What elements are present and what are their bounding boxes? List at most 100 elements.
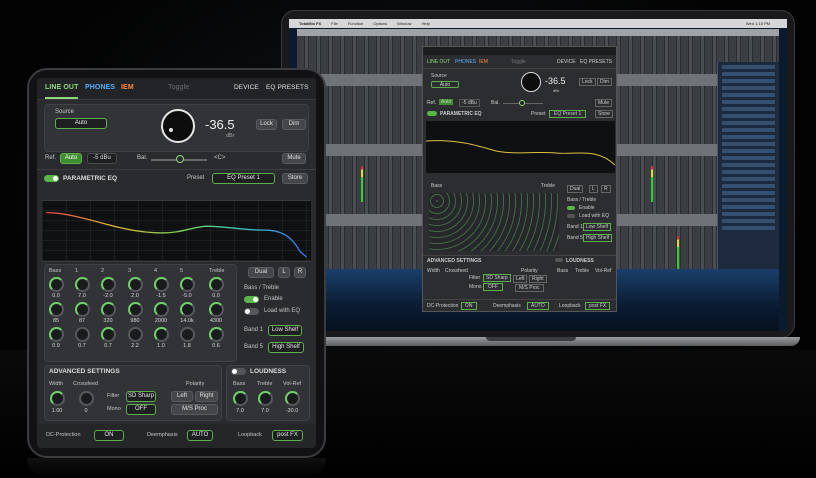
mini-deemph-select[interactable]: AUTO <box>527 302 549 310</box>
mini-r-button[interactable]: R <box>601 185 611 193</box>
deemphasis-select[interactable]: AUTO <box>187 430 213 441</box>
mini-source-select[interactable]: Auto <box>431 81 459 88</box>
band-freq-knob[interactable] <box>75 302 90 317</box>
mini-ref-auto[interactable]: Auto <box>439 99 454 105</box>
mini-tab-toggle[interactable]: Toggle <box>511 59 526 65</box>
mini-load-with-eq-switch[interactable] <box>567 214 575 218</box>
crossfeed-knob[interactable] <box>79 391 94 406</box>
mini-tab-eq-presets[interactable]: EQ PRESETS <box>580 59 612 65</box>
mini-dim-button[interactable]: Dim <box>597 78 612 86</box>
mini-preset-select[interactable]: EQ Preset 1 <box>549 110 587 118</box>
tab-line-out[interactable]: LINE OUT <box>45 84 78 91</box>
daw-side-panel[interactable] <box>717 62 779 292</box>
band-freq-knob[interactable] <box>154 302 169 317</box>
ref-level-select[interactable]: -5 dBu <box>87 153 117 164</box>
volume-knob[interactable] <box>161 109 195 143</box>
mini-lock-button[interactable]: Lock <box>579 78 596 86</box>
preset-select[interactable]: EQ Preset 1 <box>212 173 275 184</box>
left-channel-button[interactable]: L <box>278 267 290 278</box>
mini-tab-device[interactable]: DEVICE <box>557 59 576 65</box>
tab-device[interactable]: DEVICE <box>234 84 259 91</box>
load-with-eq-switch[interactable] <box>244 308 259 315</box>
dual-button[interactable]: Dual <box>248 267 274 278</box>
mini-enable-switch[interactable] <box>567 206 575 210</box>
mac-menu-file[interactable]: File <box>331 21 337 26</box>
tab-iem[interactable]: IEM <box>121 84 134 91</box>
mac-menu-options[interactable]: Options <box>373 21 387 26</box>
band-gain-knob[interactable] <box>75 277 90 292</box>
mac-menu-window[interactable]: Window <box>397 21 411 26</box>
loudness-switch[interactable] <box>231 368 246 375</box>
balance-slider-thumb[interactable] <box>176 155 184 163</box>
mini-peq-switch[interactable] <box>427 111 437 116</box>
band-q-knob[interactable] <box>75 327 90 342</box>
peq-enable-switch[interactable] <box>44 175 59 182</box>
mini-volume-knob[interactable] <box>521 72 541 92</box>
band-gain-knob[interactable] <box>209 277 224 292</box>
band-q-knob[interactable] <box>180 327 195 342</box>
dim-button[interactable]: Dim <box>282 119 306 130</box>
loudness-volref-knob[interactable] <box>285 391 300 406</box>
mini-tab-iem[interactable]: IEM <box>479 59 488 65</box>
laptop-app-window[interactable]: LINE OUT PHONES IEM Toggle DEVICE EQ PRE… <box>422 46 617 312</box>
mini-store-button[interactable]: Store <box>595 110 613 118</box>
mini-tab-phones[interactable]: PHONES <box>455 59 476 65</box>
polarity-left-button[interactable]: Left <box>171 391 193 402</box>
mini-mono-select[interactable]: OFF <box>483 283 503 291</box>
lock-button[interactable]: Lock <box>256 119 277 130</box>
band-gain-knob[interactable] <box>128 277 143 292</box>
band-freq-knob[interactable] <box>180 302 195 317</box>
eq-response-graph[interactable] <box>42 200 311 262</box>
ms-proc-button[interactable]: M/S Proc <box>171 404 218 415</box>
polarity-right-button[interactable]: Right <box>195 391 218 402</box>
width-knob[interactable] <box>50 391 65 406</box>
mini-loopback-select[interactable]: post FX <box>585 302 611 310</box>
loudness-bass-knob[interactable] <box>233 391 248 406</box>
band-gain-knob[interactable] <box>180 277 195 292</box>
tab-toggle[interactable]: Toggle <box>168 84 189 91</box>
mac-app-name[interactable]: TotalMix FX <box>299 21 321 26</box>
band-q-knob[interactable] <box>49 327 64 342</box>
band5-type-select[interactable]: High Shelf <box>268 342 304 353</box>
band-gain-knob[interactable] <box>101 277 116 292</box>
mac-menu-function[interactable]: Function <box>348 21 363 26</box>
mono-select[interactable]: OFF <box>126 404 156 415</box>
mini-right-button[interactable]: Right <box>529 275 547 283</box>
source-select[interactable]: Auto <box>55 118 107 129</box>
band-gain-knob[interactable] <box>154 277 169 292</box>
bass-treble-enable-switch[interactable] <box>244 296 259 303</box>
mini-tab-line-out[interactable]: LINE OUT <box>427 59 450 65</box>
mini-dc-select[interactable]: ON <box>461 302 477 310</box>
right-channel-button[interactable]: R <box>294 267 306 278</box>
mini-ref-level[interactable]: -5 dBu <box>459 99 480 107</box>
band1-type-select[interactable]: Low Shelf <box>268 325 302 336</box>
mini-dual-button[interactable]: Dual <box>567 185 584 193</box>
mini-band1-select[interactable]: Low Shelf <box>583 223 611 231</box>
mini-band5-select[interactable]: High Shelf <box>583 234 613 242</box>
mini-left-button[interactable]: Left <box>513 275 528 283</box>
store-button[interactable]: Store <box>282 173 308 184</box>
tab-phones[interactable]: PHONES <box>85 84 115 91</box>
band-freq-knob[interactable] <box>49 302 64 317</box>
mini-mute-button[interactable]: Mute <box>595 99 613 107</box>
mac-menu-help[interactable]: Help <box>422 21 430 26</box>
mini-band-knobs[interactable] <box>429 193 559 251</box>
filter-select[interactable]: SD Sharp <box>126 391 156 402</box>
loudness-treble-knob[interactable] <box>258 391 273 406</box>
ref-auto-button[interactable]: Auto <box>60 153 82 164</box>
band-q-knob[interactable] <box>154 327 169 342</box>
band-q-knob[interactable] <box>101 327 116 342</box>
mute-button[interactable]: Mute <box>282 153 306 164</box>
dc-protection-select[interactable]: ON <box>94 430 124 441</box>
tab-eq-presets[interactable]: EQ PRESETS <box>266 84 309 91</box>
mini-filter-select[interactable]: SD Sharp <box>483 274 511 282</box>
mini-ms-proc-button[interactable]: M/S Proc <box>515 284 544 292</box>
band-q-knob[interactable] <box>209 327 224 342</box>
band-gain-knob[interactable] <box>49 277 64 292</box>
band-freq-knob[interactable] <box>128 302 143 317</box>
mini-l-button[interactable]: L <box>589 185 598 193</box>
mini-balance-thumb[interactable] <box>519 100 525 106</box>
band-q-knob[interactable] <box>128 327 143 342</box>
band-freq-knob[interactable] <box>101 302 116 317</box>
loopback-select[interactable]: post FX <box>272 430 303 441</box>
